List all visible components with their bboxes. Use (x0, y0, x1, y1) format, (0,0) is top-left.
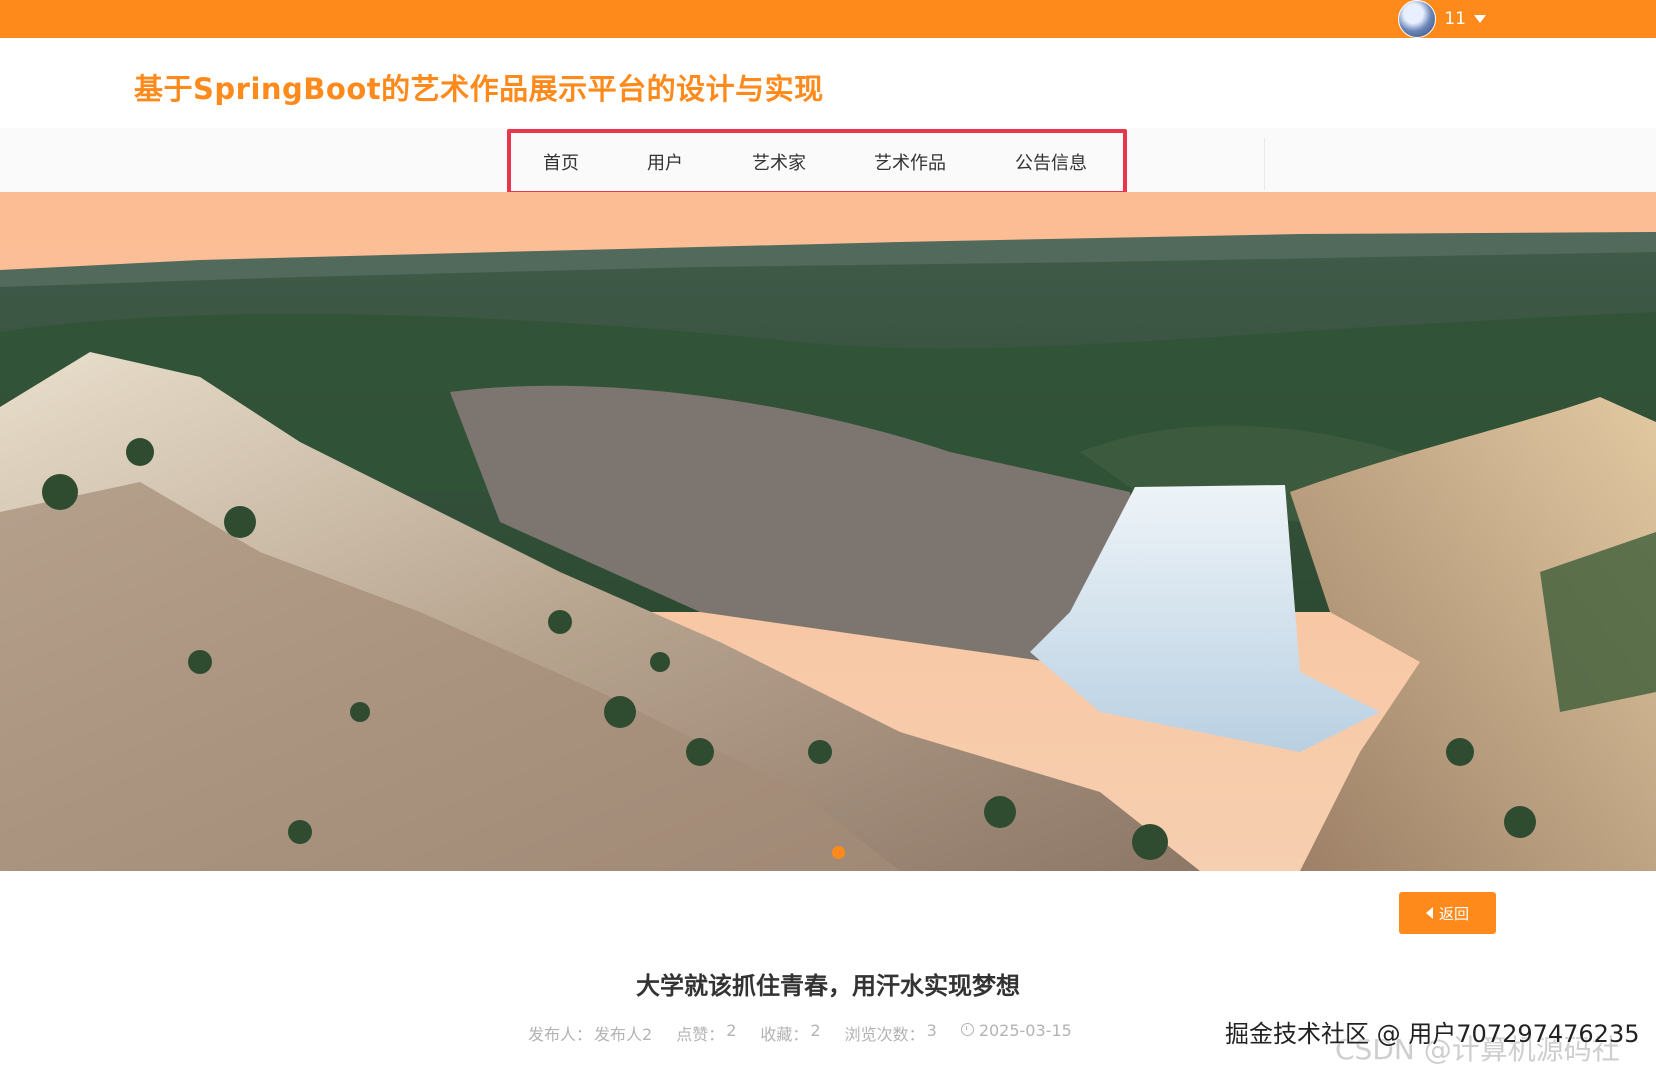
back-button[interactable]: 返回 (1399, 892, 1496, 934)
meta-likes-label: 点赞： (676, 1025, 725, 1044)
top-bar: 11 (0, 0, 1656, 38)
meta-likes: 点赞： 2 (676, 1021, 736, 1045)
chevron-down-icon[interactable] (1474, 15, 1486, 23)
meta-favorites-label: 收藏： (760, 1025, 809, 1044)
meta-views: 浏览次数： 3 (845, 1021, 937, 1045)
meta-views-label: 浏览次数： (844, 1025, 925, 1044)
meta-date: 2025-03-15 (960, 1021, 1072, 1045)
nav-item-users[interactable]: 用户 (647, 149, 683, 175)
hero-image (0, 192, 1656, 871)
back-button-label: 返回 (1438, 904, 1469, 923)
meta-publisher: 发布人： 发布人2 (528, 1021, 652, 1045)
avatar[interactable] (1398, 0, 1437, 38)
hero-carousel[interactable] (0, 192, 1656, 871)
meta-likes-value: 2 (726, 1021, 737, 1040)
caret-left-icon (1425, 907, 1433, 919)
meta-views-value: 3 (926, 1021, 937, 1040)
meta-favorites: 收藏： 2 (760, 1021, 820, 1045)
carousel-dot-active[interactable] (832, 846, 845, 859)
nav-divider (1264, 138, 1265, 190)
nav-item-announcements[interactable]: 公告信息 (1015, 149, 1087, 175)
meta-publisher-label: 发布人： (528, 1025, 593, 1044)
meta-publisher-value: 发布人2 (594, 1025, 653, 1044)
user-name[interactable]: 11 (1444, 9, 1466, 29)
nav-item-artists[interactable]: 艺术家 (752, 149, 806, 175)
site-title: 基于SpringBoot的艺术作品展示平台的设计与实现 (134, 72, 824, 106)
article-meta: 发布人： 发布人2 点赞： 2 收藏： 2 浏览次数： 3 2025-03-15 (528, 1021, 1072, 1045)
nav-item-home[interactable]: 首页 (543, 149, 579, 175)
meta-date-value: 2025-03-15 (978, 1021, 1072, 1040)
watermark-juejin: 掘金技术社区 @ 用户707297476235 (1225, 1020, 1640, 1048)
meta-favorites-value: 2 (810, 1021, 821, 1040)
clock-icon (960, 1023, 974, 1036)
user-menu[interactable]: 11 (1398, 0, 1486, 38)
nav-item-artworks[interactable]: 艺术作品 (874, 149, 946, 175)
article-title: 大学就该抓住青春，用汗水实现梦想 (636, 972, 1020, 1000)
